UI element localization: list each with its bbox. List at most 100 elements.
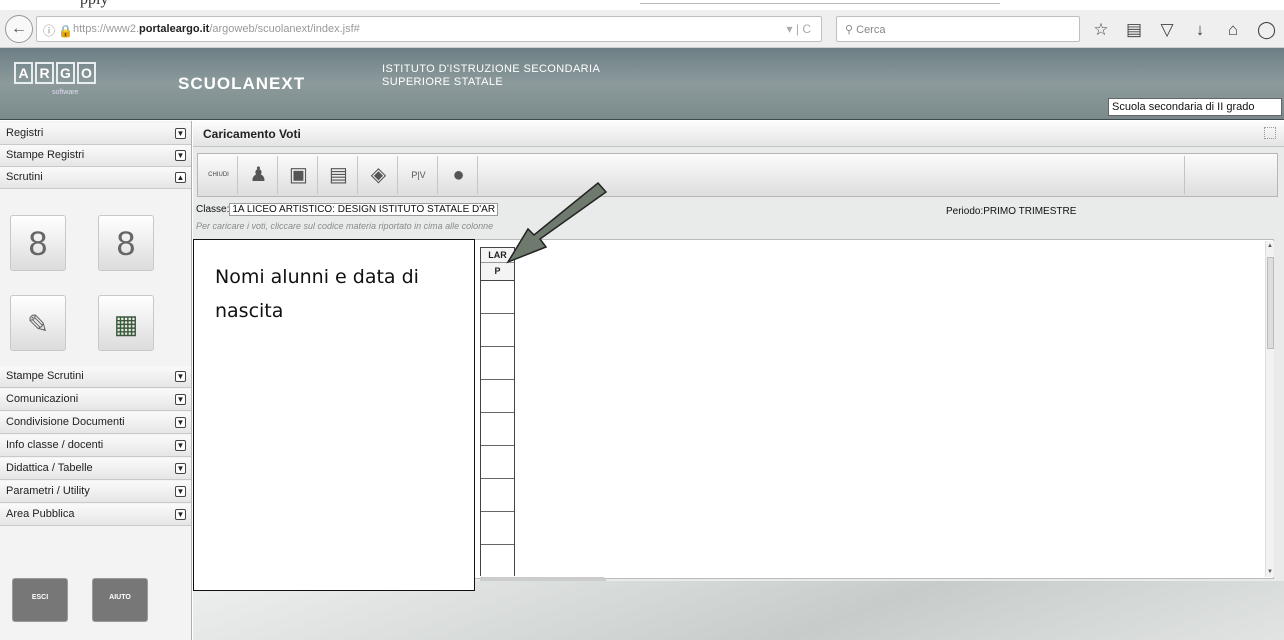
- page-title: Caricamento Voti: [203, 127, 301, 141]
- sidebar-item-label: Parametri / Utility: [6, 485, 90, 497]
- sidebar-item-label: Didattica / Tabelle: [6, 462, 93, 474]
- pencil-glyph: ✎: [27, 309, 49, 339]
- voti-proposti-icon[interactable]: 8: [10, 215, 66, 271]
- grade-cell[interactable]: [481, 347, 514, 380]
- voti-caricati-icon[interactable]: 8: [98, 215, 154, 271]
- menu-icon[interactable]: ◯: [1257, 20, 1276, 44]
- maximize-icon[interactable]: [1264, 127, 1276, 139]
- expand-icon[interactable]: ▼: [175, 509, 186, 520]
- scroll-down-icon[interactable]: ▼: [1267, 569, 1273, 575]
- sidebar-item-label: Scrutini: [6, 171, 43, 183]
- grade-cells: [480, 281, 515, 578]
- logo-letter: G: [56, 62, 75, 84]
- app-header: A R G O software SCUOLANEXT ISTITUTO D'I…: [0, 48, 1284, 120]
- exit-button[interactable]: ESCI: [12, 578, 68, 622]
- annotation-box: Nomi alunni e data di nascita: [193, 239, 475, 591]
- subject-column-header[interactable]: LAR P: [480, 247, 515, 281]
- browser-toolbar: ← ⓘ 🔒 https://www2.portaleargo.it/argowe…: [0, 10, 1284, 48]
- sidebar-item-label: Registri: [6, 127, 44, 139]
- sidebar-item-condivisione[interactable]: Condivisione Documenti ▼: [0, 412, 191, 434]
- logo-letter: O: [77, 62, 96, 84]
- home-icon[interactable]: ⌂: [1224, 20, 1242, 44]
- cut-off-top-text: pply: [0, 0, 1284, 10]
- print-icon[interactable]: ▤: [320, 156, 358, 194]
- sidebar-item-label: Condivisione Documenti: [6, 416, 125, 428]
- search-input[interactable]: ⚲ Cerca: [836, 16, 1080, 42]
- sidebar-item-stampe-scrutini[interactable]: Stampe Scrutini ▼: [0, 366, 191, 388]
- scroll-up-icon[interactable]: ▲: [1267, 243, 1273, 249]
- expand-icon[interactable]: ▼: [175, 463, 186, 474]
- expand-icon[interactable]: ▼: [175, 486, 186, 497]
- expand-icon[interactable]: ▼: [175, 128, 186, 139]
- bookmark-star-icon[interactable]: ☆: [1092, 20, 1110, 44]
- sidebar-item-label: Info classe / docenti: [6, 439, 104, 451]
- subject-code[interactable]: LAR: [481, 248, 514, 263]
- expand-icon[interactable]: ▼: [175, 150, 186, 161]
- institute-line: ISTITUTO D'ISTRUZIONE SECONDARIA: [382, 63, 601, 75]
- lock-icon: ⓘ 🔒: [43, 24, 74, 38]
- annotation-text: Nomi alunni e data di nascita: [215, 266, 419, 322]
- help-label: AIUTO: [109, 594, 131, 601]
- pocket-icon[interactable]: ▽: [1158, 20, 1176, 44]
- expand-icon[interactable]: ▼: [175, 371, 186, 382]
- exit-label: ESCI: [31, 594, 49, 601]
- sidebar-item-comunicazioni[interactable]: Comunicazioni ▼: [0, 389, 191, 411]
- sidebar-item-registri[interactable]: Registri ▼: [0, 123, 191, 145]
- logo-subtitle: software: [52, 89, 79, 96]
- grade-cell[interactable]: [481, 545, 514, 578]
- reading-list-icon[interactable]: ▤: [1125, 20, 1143, 44]
- icon-glyph: 8: [28, 225, 48, 263]
- grade-cell[interactable]: [481, 380, 514, 413]
- sidebar-item-label: Stampe Registri: [6, 149, 85, 161]
- student-icon[interactable]: ♟: [240, 156, 278, 194]
- sidebar-item-label: Area Pubblica: [6, 508, 75, 520]
- institute-name: ISTITUTO D'ISTRUZIONE SECONDARIA SUPERIO…: [382, 63, 600, 89]
- expand-icon[interactable]: ▼: [175, 417, 186, 428]
- reload-icon[interactable]: ▾ | C: [787, 22, 811, 36]
- sidebar-item-label: Comunicazioni: [6, 393, 79, 405]
- grade-cell[interactable]: [481, 413, 514, 446]
- pencil-icon[interactable]: ✎: [10, 295, 66, 351]
- grade-type: P: [494, 266, 501, 276]
- sidebar-item-area-pubblica[interactable]: Area Pubblica ▼: [0, 504, 191, 526]
- url-text: https://www2.portaleargo.it/argoweb/scuo…: [73, 23, 360, 35]
- collapse-icon[interactable]: ▲: [175, 172, 186, 183]
- grade-scale-icon[interactable]: ▣: [280, 156, 318, 194]
- expand-icon[interactable]: ▼: [175, 394, 186, 405]
- period-label: Periodo:PRIMO TRIMESTRE: [946, 206, 1077, 217]
- search-icon: ⚲ Cerca: [845, 24, 886, 36]
- sidebar-item-label: Stampe Scrutini: [6, 370, 84, 382]
- close-button[interactable]: CHIUDI: [200, 156, 238, 194]
- help-button[interactable]: AIUTO: [92, 578, 148, 622]
- browser-icons: ☆ ▤ ▽ ↓ ⌂ ◯: [1092, 20, 1276, 44]
- expand-icon[interactable]: ▼: [175, 440, 186, 451]
- grade-cell[interactable]: [481, 479, 514, 512]
- sidebar-item-parametri[interactable]: Parametri / Utility ▼: [0, 481, 191, 503]
- sidebar-item-didattica[interactable]: Didattica / Tabelle ▼: [0, 458, 191, 480]
- argo-logo: A R G O: [14, 62, 96, 84]
- back-button[interactable]: ←: [5, 15, 33, 43]
- lightbulb-icon[interactable]: ●: [440, 156, 478, 194]
- class-caption: Classe:: [196, 204, 230, 215]
- sidebar-item-info-classe[interactable]: Info classe / docenti ▼: [0, 435, 191, 457]
- download-icon[interactable]: ↓: [1191, 20, 1209, 44]
- grade-cell[interactable]: [481, 512, 514, 545]
- pv-icon[interactable]: P|V: [400, 156, 438, 194]
- icon-glyph: 8: [116, 225, 136, 263]
- grade-cell[interactable]: [481, 281, 514, 314]
- scroll-thumb[interactable]: [1267, 257, 1274, 349]
- grade-cell[interactable]: [481, 314, 514, 347]
- screenshot: pply ← ⓘ 🔒 https://www2.portaleargo.it/a…: [0, 0, 1284, 640]
- logo-letter: A: [14, 62, 33, 84]
- vertical-scrollbar[interactable]: ▲ ▼: [1265, 241, 1274, 577]
- url-bar[interactable]: ⓘ 🔒 https://www2.portaleargo.it/argoweb/…: [36, 16, 822, 42]
- sidebar-item-scrutini[interactable]: Scrutini ▲: [0, 167, 191, 189]
- eraser-icon[interactable]: ◈: [360, 156, 398, 194]
- grade-cell[interactable]: [481, 446, 514, 479]
- sidebar-item-stampe-registri[interactable]: Stampe Registri ▼: [0, 145, 191, 167]
- school-select[interactable]: Scuola secondaria di II grado: [1108, 98, 1282, 116]
- toolbar: CHIUDI ♟ ▣ ▤ ◈ P|V ●: [197, 153, 1278, 197]
- class-field[interactable]: 1A LICEO ARTISTICO: DESIGN ISTITUTO STAT…: [229, 203, 499, 216]
- edit-document-icon[interactable]: ▦: [98, 295, 154, 351]
- logo-letter: R: [35, 62, 54, 84]
